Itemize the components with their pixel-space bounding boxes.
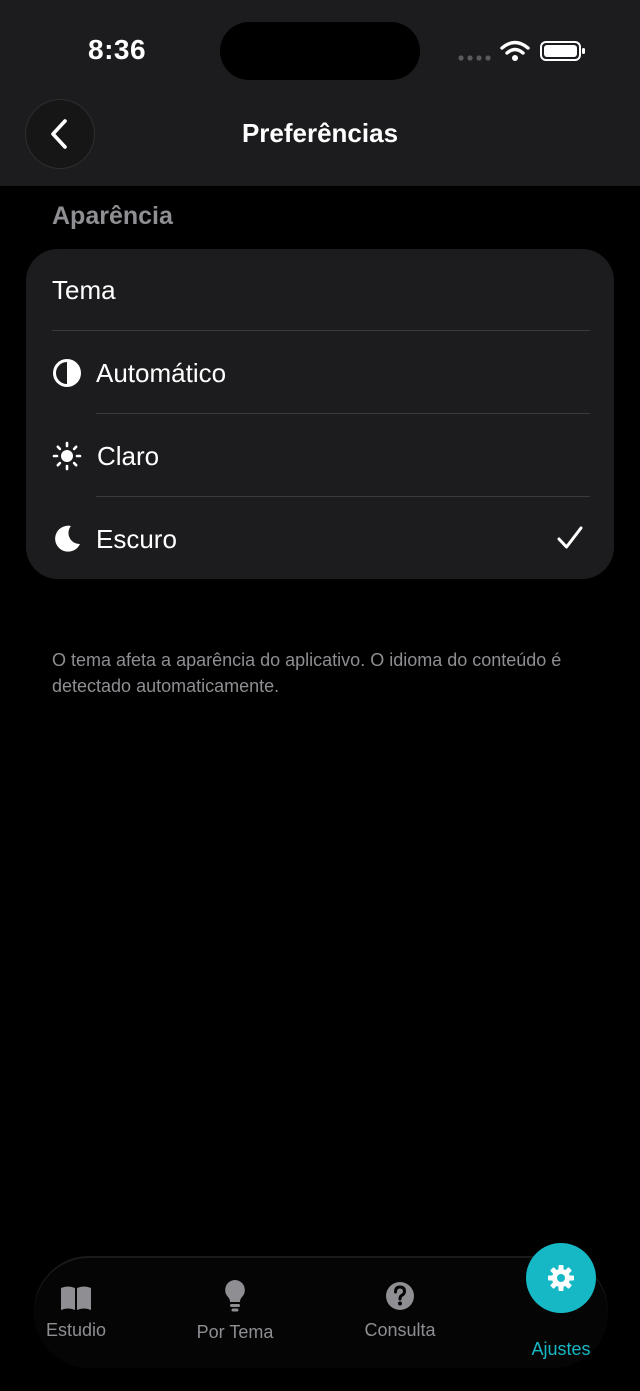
page-title: Preferências bbox=[241, 118, 399, 148]
dynamic-island bbox=[220, 22, 420, 80]
theme-option-dark[interactable]: Escuro bbox=[26, 498, 614, 579]
lightbulb-icon bbox=[225, 1280, 245, 1312]
tab-label-active: Ajustes bbox=[531, 1339, 591, 1359]
theme-option-automatic[interactable]: Automático bbox=[26, 332, 614, 414]
tab-estudio[interactable]: Estudio bbox=[34, 1258, 118, 1368]
tab-por-tema[interactable]: Por Tema bbox=[184, 1258, 286, 1368]
navigation-bar: Preferências bbox=[0, 100, 640, 186]
theme-header-row: Tema bbox=[26, 249, 614, 331]
theme-option-label: Escuro bbox=[96, 524, 177, 554]
wifi-icon bbox=[500, 40, 530, 61]
divider bbox=[52, 330, 590, 331]
tab-label: Consulta bbox=[364, 1320, 436, 1340]
tab-label: Estudio bbox=[45, 1320, 107, 1340]
tab-ajustes[interactable] bbox=[526, 1243, 596, 1313]
book-icon bbox=[61, 1286, 91, 1310]
theme-option-label: Automático bbox=[96, 358, 227, 388]
tab-consulta[interactable]: Consulta bbox=[350, 1258, 450, 1368]
divider bbox=[96, 413, 590, 414]
half-circle-icon bbox=[53, 359, 81, 387]
status-time: 8:36 bbox=[88, 34, 147, 65]
battery-icon bbox=[540, 41, 585, 61]
signal-dots-icon bbox=[458, 55, 491, 61]
theme-option-light[interactable]: Claro bbox=[26, 415, 614, 497]
gear-icon bbox=[548, 1265, 574, 1291]
sun-icon bbox=[52, 441, 82, 471]
theme-option-label: Claro bbox=[97, 441, 160, 471]
theme-footnote: O tema afeta a aparência do aplicativo. … bbox=[52, 650, 562, 696]
moon-icon bbox=[55, 525, 80, 552]
checkmark-icon bbox=[557, 526, 583, 549]
section-header-appearance: Aparência bbox=[52, 202, 173, 230]
tab-label: Por Tema bbox=[196, 1322, 274, 1342]
divider bbox=[96, 496, 590, 497]
question-icon bbox=[386, 1282, 414, 1310]
theme-header-label: Tema bbox=[52, 275, 116, 305]
status-bar: 8:36 bbox=[0, 0, 640, 100]
theme-card: Tema Automático Claro Escuro bbox=[26, 249, 614, 579]
